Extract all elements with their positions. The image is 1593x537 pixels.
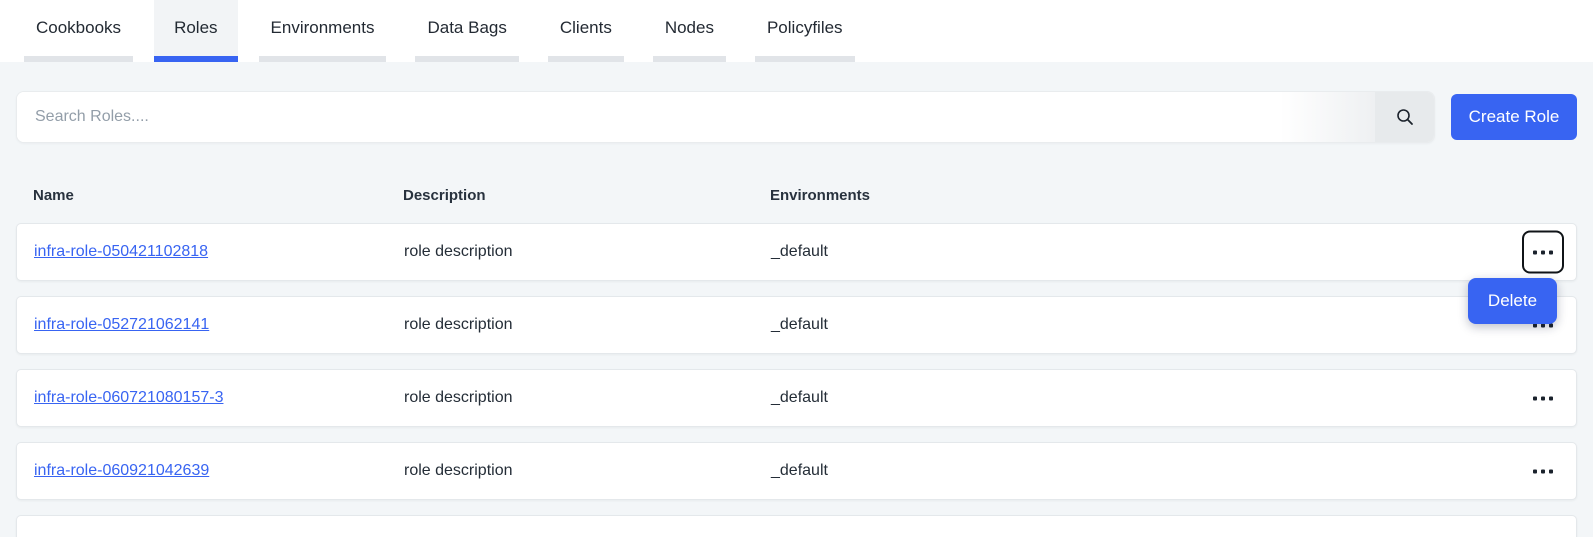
ellipsis-horizontal-icon [1533,469,1553,473]
role-environments: _default [771,316,1486,334]
tab-nodes[interactable]: Nodes [645,0,734,62]
tab-underline [653,56,726,62]
more-actions-button[interactable] [1522,377,1564,420]
tab-underline [755,56,855,62]
column-header-name: Name [33,185,403,207]
roles-table-body: infra-role-050421102818 role description… [16,223,1577,537]
role-name-link[interactable]: infra-role-050421102818 [34,243,208,261]
tab-label: Environments [271,18,375,37]
tab-label: Policyfiles [767,18,843,37]
row-actions-cell: Delete [1486,224,1576,280]
tab-data-bags[interactable]: Data Bags [407,0,526,62]
tab-underline [548,56,624,62]
infrastructure-tab-bar: Cookbooks Roles Environments Data Bags C… [0,0,1593,62]
row-actions-cell [1486,443,1576,499]
tab-label: Clients [560,18,612,37]
table-row: infra-role-060921042639 role description… [16,442,1577,500]
tab-label: Roles [174,18,217,37]
tab-clients[interactable]: Clients [540,0,632,62]
search-group [16,91,1435,143]
role-name-link[interactable]: infra-role-052721062141 [34,316,209,334]
role-description: role description [404,316,771,334]
role-description: role description [404,389,771,407]
ellipsis-horizontal-icon [1533,396,1553,400]
role-description: role description [404,462,771,480]
tab-policyfiles[interactable]: Policyfiles [747,0,863,62]
role-description: role description [404,243,771,261]
tab-underline [24,56,133,62]
delete-menu-item[interactable]: Delete [1488,291,1537,311]
table-row: infra-role-052721062141 role description… [16,296,1577,354]
role-name-link[interactable]: infra-role-060921042639 [34,462,209,480]
more-actions-button[interactable] [1522,231,1564,274]
table-row: infra-role-060721080157-3 role descripti… [16,369,1577,427]
search-icon [1395,107,1415,127]
tab-label: Data Bags [427,18,506,37]
more-actions-button[interactable] [1522,450,1564,493]
tab-environments[interactable]: Environments [251,0,395,62]
tab-roles[interactable]: Roles [154,0,237,62]
column-header-description: Description [403,185,770,207]
tab-underline [259,56,387,62]
tab-cookbooks[interactable]: Cookbooks [16,0,141,62]
table-row-partial [16,515,1577,537]
role-name-link[interactable]: infra-role-060721080157-3 [34,389,223,407]
create-role-button[interactable]: Create Role [1451,94,1577,140]
row-actions-cell [1486,370,1576,426]
ellipsis-horizontal-icon [1533,250,1553,254]
search-button[interactable] [1375,92,1434,142]
tab-underline-active [154,56,237,62]
table-row: infra-role-050421102818 role description… [16,223,1577,281]
role-environments: _default [771,462,1486,480]
search-row: Create Role [16,91,1577,143]
role-environments: _default [771,243,1486,261]
search-input[interactable] [17,92,1375,142]
tab-label: Nodes [665,18,714,37]
row-actions-menu: Delete [1468,278,1557,324]
tab-label: Cookbooks [36,18,121,37]
tab-underline [415,56,518,62]
column-header-environments: Environments [770,185,1487,207]
role-environments: _default [771,389,1486,407]
roles-table-header: Name Description Environments [16,185,1577,207]
roles-page: Create Role Name Description Environment… [0,62,1593,537]
